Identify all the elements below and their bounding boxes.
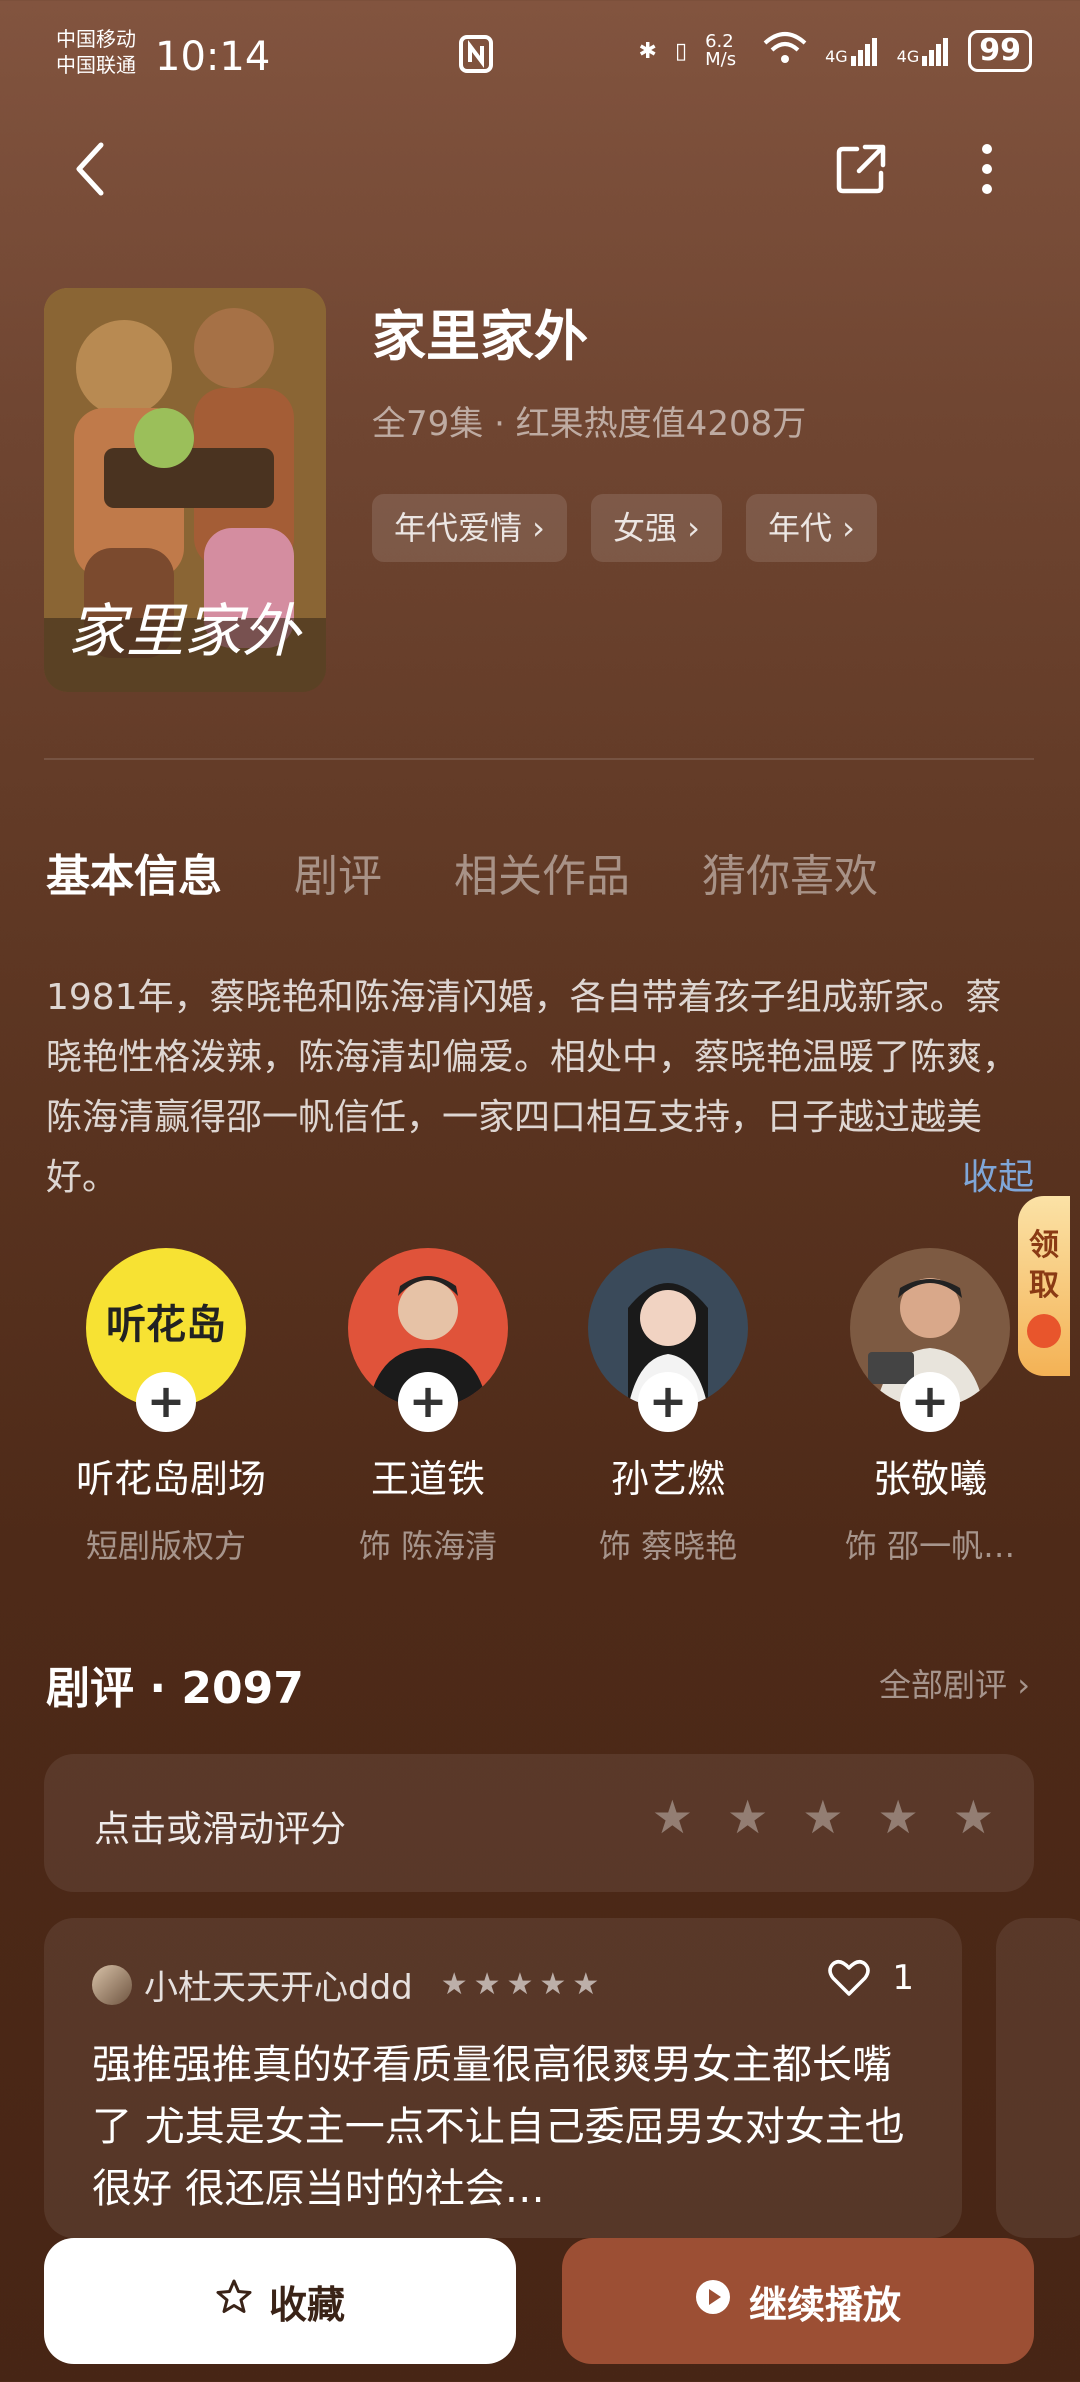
poster-title: 家里家外 <box>68 597 301 665</box>
heart-icon[interactable] <box>828 1959 871 1997</box>
carrier-2: 中国联通 <box>56 53 136 77</box>
tag-item[interactable]: 女强 › <box>590 494 722 562</box>
cast-name: 王道铁 <box>370 1457 485 1501</box>
divider <box>44 758 1034 760</box>
favorite-button[interactable]: 收藏 <box>44 2238 516 2364</box>
review-username: 小杜天天开心ddd <box>144 1968 413 2008</box>
review-card-next[interactable] <box>996 1918 1080 2238</box>
review-text: 强推强推真的好看质量很高很爽男女主都长嘴了 尤其是女主一点不让自己委屈男女对女主… <box>92 2042 905 2212</box>
cast-name: 孙艺燃 <box>610 1457 725 1501</box>
cast-role: 短剧版权方 <box>85 1527 246 1565</box>
claim-reward-badge[interactable]: 领取 <box>1018 1196 1070 1376</box>
wifi-icon <box>763 31 807 71</box>
show-description: 1981年，蔡晓艳和陈海清闪婚，各自带着孩子组成新家。蔡晓艳性格泼辣，陈海清却偏… <box>46 977 1019 1198</box>
star-outline-icon <box>215 2278 253 2325</box>
like-count: 1 <box>892 1958 914 1998</box>
like-control[interactable]: 1 <box>828 1958 914 1998</box>
cast-item[interactable]: + 王道铁 饰 陈海清 <box>338 1248 518 1567</box>
tab-bar: 基本信息 剧评 相关作品 猜你喜欢 <box>46 840 878 904</box>
star-icon[interactable]: ★ <box>652 1790 693 1844</box>
network-speed: 6.2 M/s <box>705 31 737 70</box>
share-icon[interactable] <box>826 134 896 204</box>
nfc-icon <box>458 34 494 78</box>
carrier-1: 中国移动 <box>56 27 136 51</box>
play-label: 继续播放 <box>748 2282 901 2327</box>
review-card[interactable]: 小杜天天开心ddd ★★★★★ 1 强推强推真的好看质量很高很爽男女主都长嘴了 … <box>44 1918 962 2238</box>
review-user: 小杜天天开心ddd ★★★★★ <box>92 1960 605 2009</box>
star-icon[interactable]: ★ <box>953 1790 994 1844</box>
cast-item[interactable]: + 孙艺燃 饰 蔡晓艳 <box>578 1248 758 1567</box>
vibrate-icon: ▯ <box>674 38 688 64</box>
back-arrow-icon[interactable] <box>56 134 126 204</box>
status-bar: 中国移动 中国联通 10:14 ✱ ▯ 6.2 M/s 4G 4G 99 <box>0 0 1080 110</box>
logo-text: 听花岛 <box>106 1302 226 1348</box>
more-vertical-icon[interactable] <box>952 134 1022 204</box>
follow-plus-icon[interactable]: + <box>136 1372 196 1432</box>
follow-plus-icon[interactable]: + <box>638 1372 698 1432</box>
cast-name: 听花岛剧场 <box>76 1457 267 1501</box>
favorite-label: 收藏 <box>268 2282 345 2327</box>
signal-1: 4G <box>825 36 879 66</box>
cast-item[interactable]: + 张敬曦 饰 邵一帆… <box>840 1248 1020 1567</box>
cast-role: 饰 陈海清 <box>358 1527 498 1565</box>
rating-prompt: 点击或滑动评分 <box>94 1809 347 1850</box>
clock: 10:14 <box>155 34 271 80</box>
tab-related[interactable]: 相关作品 <box>454 840 630 904</box>
bluetooth-icon: ✱ <box>638 38 657 64</box>
show-meta: 全79集 · 红果热度值4208万 <box>372 404 807 444</box>
coin-icon <box>1027 1314 1061 1348</box>
tag-item[interactable]: 年代爱情 › <box>372 494 567 562</box>
star-icon[interactable]: ★ <box>727 1790 768 1844</box>
rating-box[interactable]: 点击或滑动评分 ★ ★ ★ ★ ★ <box>44 1754 1034 1892</box>
battery-indicator: 99 <box>968 30 1032 72</box>
review-stars: ★★★★★ <box>440 1967 606 2002</box>
cast-role: 饰 蔡晓艳 <box>598 1527 738 1565</box>
play-icon <box>695 2279 731 2324</box>
signal-2: 4G <box>897 36 951 66</box>
tag-item[interactable]: 年代 › <box>745 494 877 562</box>
tag-list: 年代爱情 › 女强 › 年代 › <box>372 494 877 562</box>
status-icons: ✱ ▯ 6.2 M/s 4G 4G 99 <box>639 30 1032 72</box>
reviews-title: 剧评 · 2097 <box>46 1663 304 1714</box>
star-icon[interactable]: ★ <box>802 1790 843 1844</box>
tab-basic-info[interactable]: 基本信息 <box>46 840 222 904</box>
follow-plus-icon[interactable]: + <box>900 1372 960 1432</box>
tab-reviews[interactable]: 剧评 <box>294 840 382 904</box>
rating-stars[interactable]: ★ ★ ★ ★ ★ <box>652 1790 994 1844</box>
star-icon[interactable]: ★ <box>878 1790 919 1844</box>
tab-recommend[interactable]: 猜你喜欢 <box>702 840 878 904</box>
claim-label: 领取 <box>1029 1228 1059 1303</box>
collapse-link[interactable]: 收起 <box>962 1148 1034 1200</box>
cast-item[interactable]: 听花岛 + 听花岛剧场 短剧版权方 <box>76 1248 267 1567</box>
continue-play-button[interactable]: 继续播放 <box>562 2238 1034 2364</box>
show-title: 家里家外 <box>372 305 588 368</box>
carrier-info: 中国移动 中国联通 <box>56 26 136 78</box>
show-poster[interactable]: 家里家外 <box>44 288 326 692</box>
all-reviews-link[interactable]: 全部剧评 › <box>879 1660 1030 1706</box>
cast-name: 张敬曦 <box>872 1457 987 1501</box>
follow-plus-icon[interactable]: + <box>398 1372 458 1432</box>
cast-role: 饰 邵一帆… <box>844 1527 1016 1565</box>
user-avatar <box>92 1964 132 2005</box>
